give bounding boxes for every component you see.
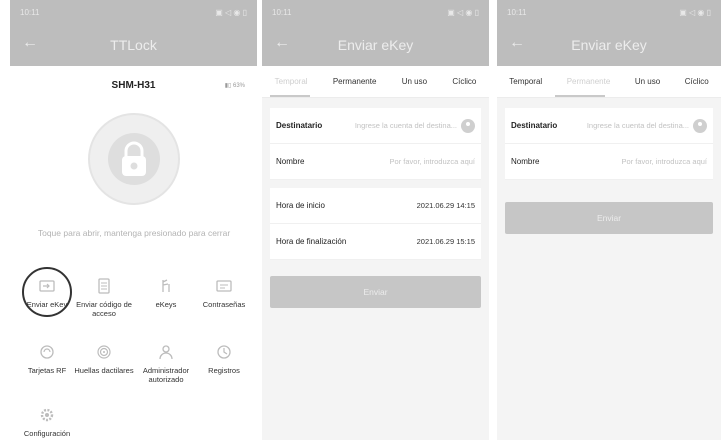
passcode-icon xyxy=(98,278,110,294)
settings-button[interactable]: Configuración xyxy=(17,407,77,438)
lock-home-screen: 10:11 ▣ ◁ ◉ ▯ ← TTLock SHM-H31 ▮▯ 63% To… xyxy=(10,0,257,440)
fingerprints-label: Huellas dactilares xyxy=(74,366,134,375)
status-bar: 10:11 ▣ ◁ ◉ ▯ xyxy=(262,0,489,24)
page-title: Enviar eKey xyxy=(337,37,414,53)
ekey-type-tabs: Temporal Permanente Un uso Cíclico xyxy=(262,66,489,98)
padlock-icon xyxy=(122,141,146,176)
name-label: Nombre xyxy=(276,157,305,166)
app-header: 10:11 ▣ ◁ ◉ ▯ ← TTLock xyxy=(10,0,257,66)
page-title: TTLock xyxy=(110,37,157,53)
send-button[interactable]: Enviar xyxy=(270,276,481,308)
passwords-button[interactable]: Contraseñas xyxy=(194,278,254,309)
tab-permanente[interactable]: Permanente xyxy=(331,77,379,86)
settings-icon xyxy=(40,408,54,422)
status-icons: ▣ ◁ ◉ ▯ xyxy=(679,7,711,17)
tab-temporal[interactable]: Temporal xyxy=(273,77,310,86)
admin-icon xyxy=(159,345,173,360)
tab-ciclico[interactable]: Cíclico xyxy=(450,77,478,86)
time-card: Hora de inicio 2021.06.29 14:15 Hora de … xyxy=(270,188,481,260)
send-button[interactable]: Enviar xyxy=(505,202,713,234)
contacts-icon[interactable] xyxy=(461,118,475,133)
settings-label: Configuración xyxy=(23,429,71,438)
authorized-admin-label: Administrador autorizado xyxy=(142,366,190,384)
back-arrow-icon[interactable]: ← xyxy=(22,34,38,52)
end-time-value[interactable]: 2021.06.29 15:15 xyxy=(417,237,475,246)
send-ekey-permanent-screen: 10:11 ▣ ◁ ◉ ▯ ← Enviar eKey Temporal Per… xyxy=(497,0,721,440)
tab-permanente[interactable]: Permanente xyxy=(565,77,613,86)
status-time: 10:11 xyxy=(272,7,292,17)
tab-un-uso[interactable]: Un uso xyxy=(633,77,662,86)
rf-cards-button[interactable]: Tarjetas RF xyxy=(17,344,77,375)
lock-name: SHM-H31 xyxy=(111,80,156,91)
start-time-value[interactable]: 2021.06.29 14:15 xyxy=(417,201,475,210)
end-time-label: Hora de finalización xyxy=(276,237,347,246)
send-passcode-button[interactable]: Enviar código de acceso xyxy=(74,278,134,318)
send-ekey-label: Enviar eKey xyxy=(26,300,68,309)
recipient-label: Destinatario xyxy=(511,121,558,130)
ekeys-button[interactable]: eKeys xyxy=(136,278,196,309)
contacts-icon[interactable] xyxy=(693,118,707,133)
active-tab-indicator xyxy=(270,95,310,97)
passwords-icon xyxy=(216,280,232,292)
ekey-type-tabs: Temporal Permanente Un uso Cíclico xyxy=(497,66,721,98)
status-time: 10:11 xyxy=(20,7,40,17)
recipient-row[interactable]: Destinatario Ingrese la cuenta del desti… xyxy=(505,108,713,144)
ekeys-icon xyxy=(162,279,170,292)
app-header: 10:11 ▣ ◁ ◉ ▯ ← Enviar eKey xyxy=(497,0,721,66)
rf-card-icon xyxy=(40,345,54,359)
records-button[interactable]: Registros xyxy=(194,344,254,375)
passwords-label: Contraseñas xyxy=(202,300,246,309)
fingerprint-icon xyxy=(97,345,111,359)
start-time-label: Hora de inicio xyxy=(276,201,325,210)
status-bar: 10:11 ▣ ◁ ◉ ▯ xyxy=(10,0,257,24)
status-icons: ▣ ◁ ◉ ▯ xyxy=(215,7,247,17)
recipient-label: Destinatario xyxy=(276,121,323,130)
end-time-row[interactable]: Hora de finalización 2021.06.29 15:15 xyxy=(270,224,481,260)
app-header: 10:11 ▣ ◁ ◉ ▯ ← Enviar eKey xyxy=(262,0,489,66)
page-title: Enviar eKey xyxy=(571,37,647,53)
unlock-hint: Toque para abrir, mantenga presionado pa… xyxy=(37,228,231,238)
name-row[interactable]: Nombre Por favor, introduzca aquí xyxy=(270,144,481,180)
send-ekey-temporal-screen: 10:11 ▣ ◁ ◉ ▯ ← Enviar eKey Temporal Per… xyxy=(262,0,489,440)
status-time: 10:11 xyxy=(507,7,527,17)
tab-un-uso[interactable]: Un uso xyxy=(400,77,429,86)
status-bar: 10:11 ▣ ◁ ◉ ▯ xyxy=(497,0,721,24)
rf-cards-label: Tarjetas RF xyxy=(27,366,67,375)
fingerprints-button[interactable]: Huellas dactilares xyxy=(74,344,134,375)
ekeys-label: eKeys xyxy=(155,300,177,309)
name-label: Nombre xyxy=(511,157,540,166)
recipient-row[interactable]: Destinatario Ingrese la cuenta del desti… xyxy=(270,108,481,144)
back-arrow-icon[interactable]: ← xyxy=(274,34,290,52)
tab-temporal[interactable]: Temporal xyxy=(507,77,544,86)
recipient-card: Destinatario Ingrese la cuenta del desti… xyxy=(505,108,713,180)
unlock-button[interactable] xyxy=(88,113,180,205)
send-ekey-icon xyxy=(39,280,55,292)
name-row[interactable]: Nombre Por favor, introduzca aquí xyxy=(505,144,713,180)
start-time-row[interactable]: Hora de inicio 2021.06.29 14:15 xyxy=(270,188,481,224)
authorized-admin-button[interactable]: Administrador autorizado xyxy=(136,344,196,384)
send-ekey-button[interactable]: Enviar eKey xyxy=(17,278,77,309)
active-tab-indicator xyxy=(555,95,605,97)
battery-indicator: ▮▯ 63% xyxy=(224,83,245,89)
records-icon xyxy=(217,345,231,359)
send-passcode-label: Enviar código de acceso xyxy=(76,300,132,318)
name-input[interactable]: Por favor, introduzca aquí xyxy=(622,157,707,166)
name-input[interactable]: Por favor, introduzca aquí xyxy=(390,157,475,166)
recipient-card: Destinatario Ingrese la cuenta del desti… xyxy=(270,108,481,180)
tab-ciclico[interactable]: Cíclico xyxy=(683,77,711,86)
records-label: Registros xyxy=(208,366,240,375)
recipient-input[interactable]: Ingrese la cuenta del destina... xyxy=(587,121,689,130)
status-icons: ▣ ◁ ◉ ▯ xyxy=(447,7,479,17)
back-arrow-icon[interactable]: ← xyxy=(509,34,525,52)
recipient-input[interactable]: Ingrese la cuenta del destina... xyxy=(355,121,457,130)
